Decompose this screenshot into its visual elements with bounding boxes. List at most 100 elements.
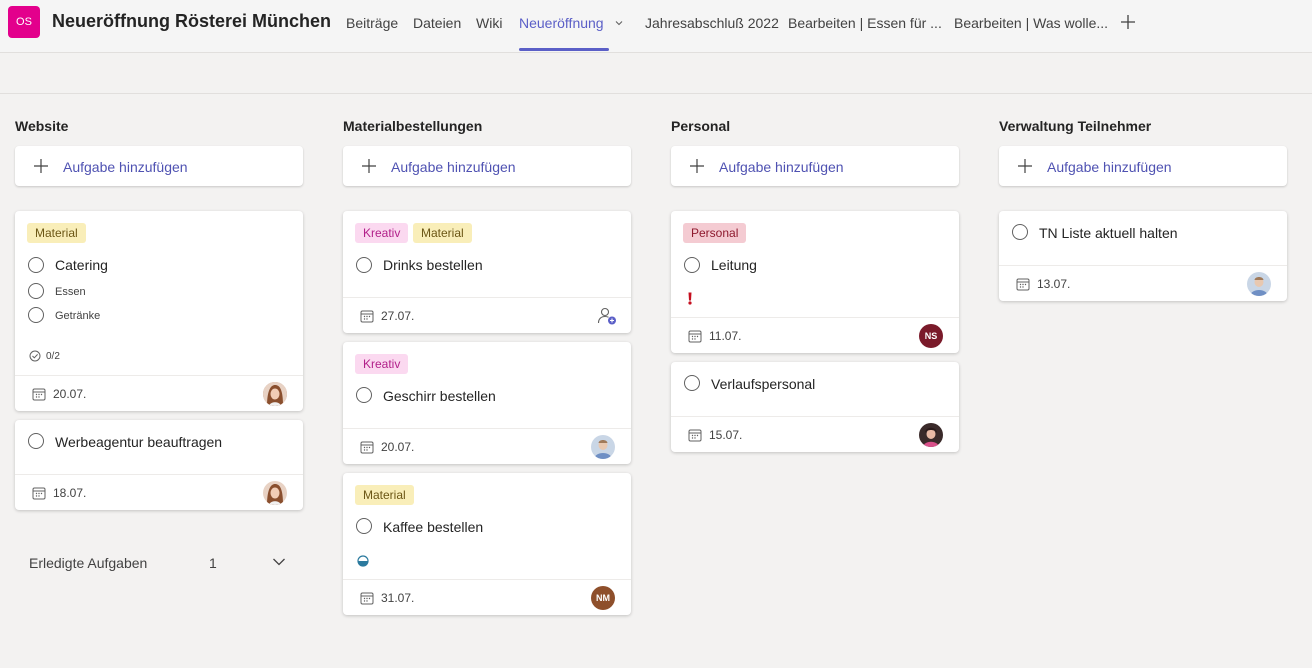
plus-icon [1018,159,1032,173]
completed-tasks-toggle[interactable]: Erledigte Aufgaben [29,555,147,571]
plus-icon [362,159,376,173]
active-tab-indicator [519,48,609,51]
task-card[interactable]: Werbeagentur beauftragen 18.07. [15,420,303,510]
task-title: TN Liste aktuell halten [1039,225,1178,241]
complete-checkbox[interactable] [684,257,700,273]
label-tag: Personal [683,223,747,243]
card-footer: 15.07. [671,416,959,452]
plus-icon [34,159,48,173]
divider [0,93,1312,94]
task-title: Drinks bestellen [383,257,483,273]
task-card[interactable]: Personal Leitung 11.07. NS [671,211,959,353]
tab-essen[interactable]: Bearbeiten | Essen für ... [788,15,942,31]
task-title: Leitung [711,257,757,273]
assignee-avatar[interactable] [1247,272,1271,296]
bucket-title-materialbestellungen[interactable]: Materialbestellungen [343,118,482,134]
calendar-icon [360,592,374,605]
bucket-title-personal[interactable]: Personal [671,118,730,134]
tab-dateien[interactable]: Dateien [413,15,461,31]
due-date: 20.07. [381,440,415,454]
plus-icon [690,159,704,173]
card-footer: 11.07. NS [671,317,959,353]
due-date: 15.07. [709,428,743,442]
team-title: Neueröffnung Rösterei München [52,11,332,31]
task-title: Werbeagentur beauftragen [55,434,223,450]
avatar-photo-man-icon [591,435,615,459]
add-task-label: Aufgabe hinzufügen [391,159,516,175]
due-date: 31.07. [381,591,415,605]
completed-tasks-count: 1 [209,555,217,571]
add-task-button[interactable]: Aufgabe hinzufügen [671,146,959,186]
due-date: 20.07. [53,387,87,401]
label-tag: Material [27,223,86,243]
chevron-down-icon[interactable] [272,556,286,568]
add-task-label: Aufgabe hinzufügen [63,159,188,175]
add-tab-icon[interactable] [1119,13,1137,31]
task-card[interactable]: Material Catering Essen Getränke 0/2 20.… [15,211,303,411]
task-card[interactable]: Verlaufspersonal 15.07. [671,362,959,452]
complete-checkbox[interactable] [684,375,700,391]
card-footer: 20.07. [15,375,303,411]
tab-wiki[interactable]: Wiki [476,15,502,31]
label-tag: Material [355,485,414,505]
card-footer: 18.07. [15,474,303,510]
task-title: Verlaufspersonal [711,376,816,392]
card-footer: 31.07. NM [343,579,631,615]
due-date: 13.07. [1037,277,1071,291]
assignee-avatar[interactable] [919,423,943,447]
assignee-avatar[interactable]: NM [591,586,615,610]
tab-jahresabschluss[interactable]: Jahresabschluß 2022 [645,15,779,31]
checklist-item: Essen [55,286,86,298]
assign-person-icon[interactable] [597,307,617,325]
task-card[interactable]: Material Kaffee bestellen 31.07. NM [343,473,631,615]
team-avatar[interactable]: OS [8,6,40,38]
tab-was-wollen[interactable]: Bearbeiten | Was wolle... [954,15,1108,31]
calendar-icon [1016,278,1030,291]
label-tag: Kreativ [355,223,409,243]
avatar-photo-woman-icon [263,481,287,505]
assignee-avatar[interactable] [263,481,287,505]
task-card[interactable]: Kreativ Geschirr bestellen 20.07. [343,342,631,464]
calendar-icon [360,441,374,454]
task-card[interactable]: Kreativ Material Drinks bestellen 27.07. [343,211,631,333]
due-date: 27.07. [381,309,415,323]
avatar-photo-woman-2-icon [919,423,943,447]
checklist-progress-icon [29,350,41,362]
complete-checkbox[interactable] [28,257,44,273]
add-task-button[interactable]: Aufgabe hinzufügen [343,146,631,186]
bucket-title-website[interactable]: Website [15,118,68,134]
add-task-button[interactable]: Aufgabe hinzufügen [15,146,303,186]
complete-checkbox[interactable] [1012,224,1028,240]
chevron-down-icon[interactable] [614,18,624,28]
tab-neueroeffnung[interactable]: Neueröffnung [519,15,604,31]
calendar-icon [688,330,702,343]
bucket-title-verwaltung-teilnehmer[interactable]: Verwaltung Teilnehmer [999,118,1151,134]
complete-checkbox[interactable] [356,518,372,534]
checklist-progress: 0/2 [46,351,60,362]
channel-header: OS Neueröffnung Rösterei München Beiträg… [0,0,1312,53]
due-date: 11.07. [709,329,742,343]
complete-checkbox[interactable] [356,257,372,273]
calendar-icon [32,487,46,500]
checklist-checkbox[interactable] [28,283,44,299]
task-title: Geschirr bestellen [383,388,496,404]
assignee-avatar[interactable]: NS [919,324,943,348]
due-date: 18.07. [53,486,87,500]
calendar-icon [688,429,702,442]
avatar-photo-woman-icon [263,382,287,406]
complete-checkbox[interactable] [28,433,44,449]
complete-checkbox[interactable] [356,387,372,403]
assignee-avatar[interactable] [591,435,615,459]
assignee-avatar[interactable] [263,382,287,406]
task-title: Catering [55,257,108,273]
avatar-photo-man-icon [1247,272,1271,296]
checklist-checkbox[interactable] [28,307,44,323]
task-title: Kaffee bestellen [383,519,484,535]
task-card[interactable]: TN Liste aktuell halten 13.07. [999,211,1287,301]
calendar-icon [32,388,46,401]
add-task-button[interactable]: Aufgabe hinzufügen [999,146,1287,186]
tab-beitraege[interactable]: Beiträge [346,15,398,31]
card-footer: 13.07. [999,265,1287,301]
add-task-label: Aufgabe hinzufügen [1047,159,1172,175]
label-tag: Kreativ [355,354,409,374]
